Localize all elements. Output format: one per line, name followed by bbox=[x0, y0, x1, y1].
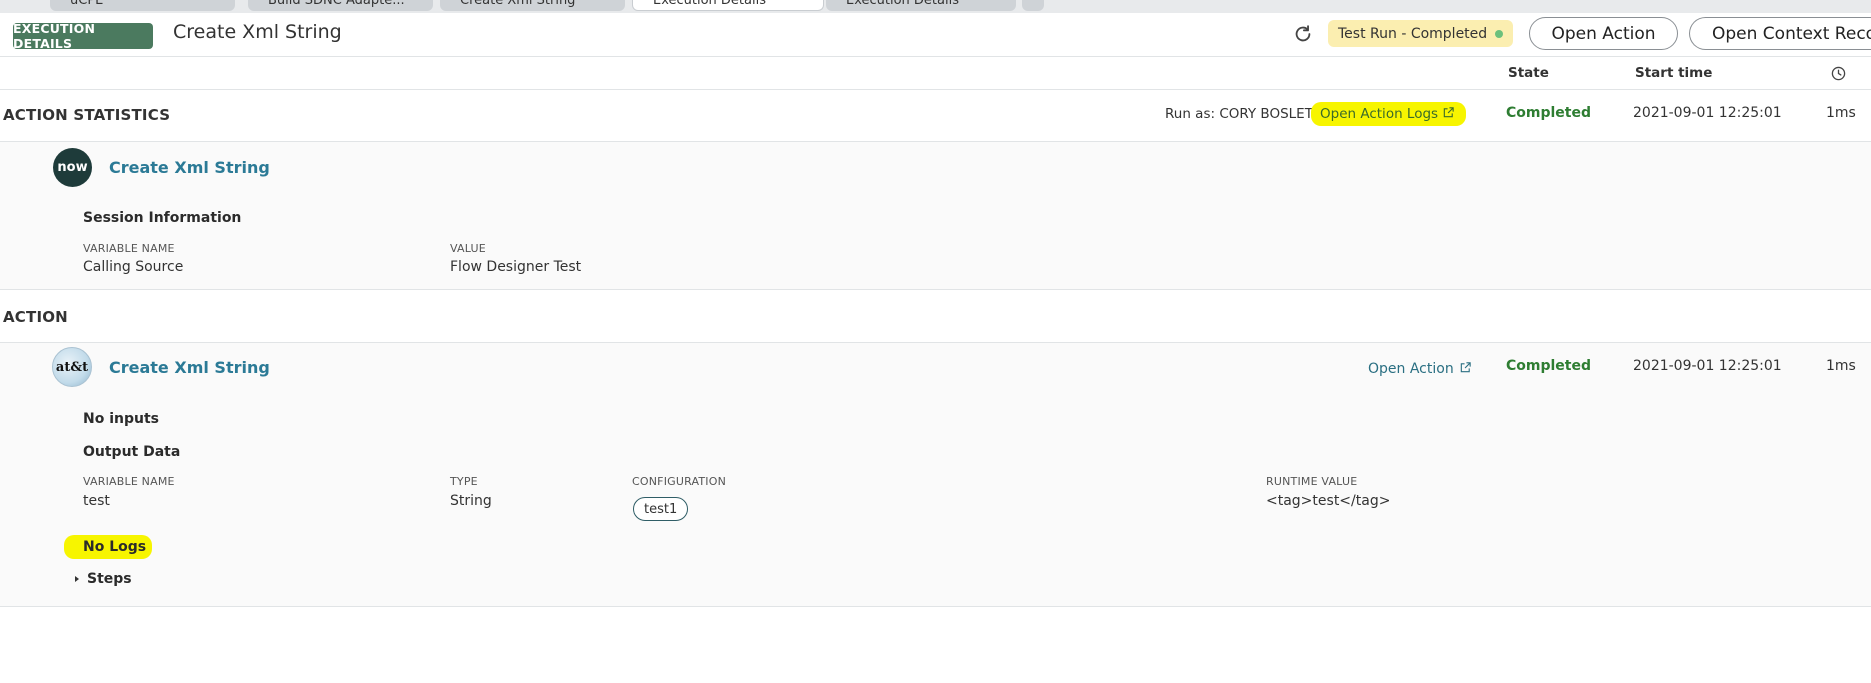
refresh-icon[interactable] bbox=[1292, 23, 1314, 45]
tab-label: Execution Details bbox=[846, 0, 959, 8]
column-state: State bbox=[1508, 65, 1549, 81]
no-logs-label: No Logs bbox=[83, 539, 147, 555]
tab-new[interactable] bbox=[1022, 0, 1044, 11]
open-action-button[interactable]: Open Action bbox=[1529, 17, 1678, 50]
output-data-title: Output Data bbox=[83, 444, 181, 460]
no-inputs-label: No inputs bbox=[83, 411, 159, 427]
run-as-text: Run as: CORY BOSLET bbox=[1165, 106, 1313, 122]
output-variable-name: test bbox=[83, 493, 110, 509]
steps-toggle[interactable]: Steps bbox=[73, 571, 132, 587]
open-action-link-label: Open Action bbox=[1368, 361, 1454, 377]
session-variable-value: Flow Designer Test bbox=[450, 259, 582, 275]
variable-name-header: VARIABLE NAME bbox=[83, 242, 175, 255]
tab-label: Create Xml String bbox=[460, 0, 576, 8]
configuration-pill[interactable]: test1 bbox=[633, 497, 689, 521]
divider bbox=[0, 56, 1871, 57]
value-header: VALUE bbox=[450, 242, 486, 255]
statistics-start-time: 2021-09-01 12:25:01 bbox=[1633, 105, 1782, 121]
tab-ucpe[interactable]: uCPE bbox=[50, 0, 235, 11]
divider bbox=[0, 89, 1871, 90]
external-link-icon bbox=[1444, 107, 1455, 118]
caret-right-icon bbox=[75, 576, 79, 582]
tab-execution-details-active[interactable]: Execution Details bbox=[632, 0, 824, 11]
steps-label: Steps bbox=[87, 571, 132, 587]
action-panel bbox=[0, 343, 1871, 606]
statistics-panel bbox=[0, 142, 1871, 289]
session-variable-name: Calling Source bbox=[83, 259, 184, 275]
open-context-record-button[interactable]: Open Context Record bbox=[1689, 17, 1871, 50]
action-item-name[interactable]: Create Xml String bbox=[109, 358, 270, 377]
statistics-state: Completed bbox=[1506, 105, 1592, 121]
tab-label: Execution Details bbox=[653, 0, 766, 8]
output-variable-name-header: VARIABLE NAME bbox=[83, 475, 175, 488]
status-text: Test Run - Completed bbox=[1338, 25, 1488, 42]
action-duration: 1ms bbox=[1826, 358, 1856, 374]
action-statistics-title: ACTION STATISTICS bbox=[3, 106, 171, 124]
open-action-label: Open Action bbox=[1551, 23, 1656, 44]
open-action-logs-label: Open Action Logs bbox=[1320, 106, 1439, 122]
divider bbox=[0, 606, 1871, 607]
action-state: Completed bbox=[1506, 358, 1592, 374]
test-run-status: Test Run - Completed bbox=[1328, 20, 1514, 47]
tab-build-sdnc[interactable]: Build SDNC Adapte... bbox=[248, 0, 433, 11]
clock-icon bbox=[1831, 66, 1846, 81]
open-action-link[interactable]: Open Action bbox=[1368, 358, 1472, 377]
divider bbox=[0, 289, 1871, 290]
action-start-time: 2021-09-01 12:25:01 bbox=[1633, 358, 1782, 374]
output-type: String bbox=[450, 493, 492, 509]
att-logo: at&t bbox=[52, 347, 92, 387]
output-runtime-value-header: RUNTIME VALUE bbox=[1266, 475, 1358, 488]
open-action-logs-link[interactable]: Open Action Logs bbox=[1320, 106, 1455, 122]
tab-execution-details[interactable]: Execution Details bbox=[826, 0, 1016, 11]
statistics-item-name[interactable]: Create Xml String bbox=[109, 158, 270, 177]
tab-label: uCPE bbox=[70, 0, 104, 8]
session-information-title: Session Information bbox=[83, 210, 242, 226]
statistics-duration: 1ms bbox=[1826, 105, 1856, 121]
external-link-icon bbox=[1460, 362, 1471, 373]
execution-details-badge: EXECUTION DETAILS bbox=[13, 21, 153, 51]
configuration-pill-label: test1 bbox=[644, 501, 678, 517]
servicenow-logo: now bbox=[53, 148, 92, 187]
tab-label: Build SDNC Adapte... bbox=[268, 0, 405, 8]
output-configuration-header: CONFIGURATION bbox=[632, 475, 727, 488]
column-start-time: Start time bbox=[1635, 65, 1713, 81]
open-context-label: Open Context Record bbox=[1712, 23, 1871, 44]
status-dot bbox=[1495, 29, 1504, 38]
action-title: ACTION bbox=[3, 308, 68, 326]
output-runtime-value: <tag>test</tag> bbox=[1266, 493, 1391, 509]
tab-strip: uCPE Build SDNC Adapte... Create Xml Str… bbox=[0, 0, 1871, 13]
output-type-header: TYPE bbox=[450, 475, 478, 488]
tab-create-xml-string[interactable]: Create Xml String bbox=[440, 0, 625, 11]
page-title: Create Xml String bbox=[173, 21, 342, 43]
